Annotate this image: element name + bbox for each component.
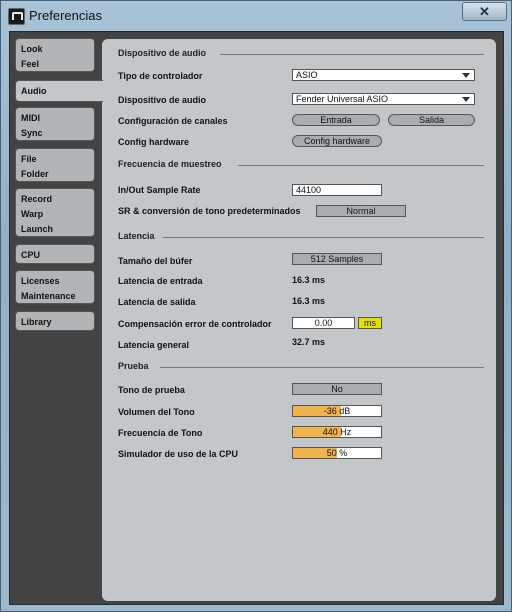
tab-licenses-maintenance[interactable]: Licenses Maintenance — [15, 270, 95, 304]
cpu-simulator-slider[interactable]: 50 % — [292, 447, 382, 459]
slider-value: 50 % — [326, 448, 348, 458]
tab-label: Maintenance — [21, 291, 76, 301]
tab-label: Warp — [21, 209, 44, 219]
tab-cpu[interactable]: CPU — [15, 244, 95, 264]
cpu-simulator-label: Simulador de uso de la CPU — [118, 449, 239, 459]
section-latency: Latencia — [118, 231, 484, 243]
output-config-button[interactable]: Salida — [388, 114, 475, 126]
audio-device-label: Dispositivo de audio — [118, 95, 207, 105]
ms-unit-badge: ms — [358, 317, 382, 329]
section-title: Latencia — [118, 231, 155, 241]
tab-label: CPU — [21, 250, 41, 260]
tab-midi-sync[interactable]: MIDI Sync — [15, 107, 95, 141]
sample-rate-label: In/Out Sample Rate — [118, 185, 201, 195]
section-title: Dispositivo de audio — [118, 48, 207, 58]
tab-look-feel[interactable]: Look Feel — [15, 38, 95, 72]
tab-label: Launch — [21, 224, 54, 234]
sample-rate-field[interactable]: 44100 — [292, 184, 382, 196]
test-tone-label: Tono de prueba — [118, 385, 185, 395]
input-latency-label: Latencia de entrada — [118, 276, 203, 286]
tab-record-warp-launch[interactable]: Record Warp Launch — [15, 188, 95, 237]
output-latency-value: 16.3 ms — [292, 296, 326, 306]
tab-label: Look — [21, 44, 43, 54]
sidebar: Look Feel Audio MIDI Sync File Folder Re… — [10, 32, 105, 604]
tone-frequency-label: Frecuencia de Tono — [118, 428, 203, 438]
close-button[interactable]: ✕ — [462, 2, 507, 21]
tab-label: MIDI — [21, 113, 40, 123]
chevron-down-icon — [462, 97, 470, 102]
window-title: Preferencias — [29, 8, 102, 23]
driver-error-comp-field[interactable]: 0.00 — [292, 317, 355, 329]
tab-library[interactable]: Library — [15, 311, 95, 331]
audio-device-value: Fender Universal ASIO — [296, 94, 389, 104]
tab-label: Audio — [21, 86, 47, 96]
section-divider — [220, 54, 484, 55]
overall-latency-label: Latencia general — [118, 340, 190, 350]
tone-volume-label: Volumen del Tono — [118, 407, 195, 417]
tab-label: Library — [21, 317, 52, 327]
overall-latency-value: 32.7 ms — [292, 337, 326, 347]
channel-config-label: Configuración de canales — [118, 116, 228, 126]
tone-volume-slider[interactable]: -36 dB — [292, 405, 382, 417]
section-divider — [238, 165, 484, 166]
tab-file-folder[interactable]: File Folder — [15, 148, 95, 182]
tab-label: Folder — [21, 169, 49, 179]
buffer-size-field[interactable]: 512 Samples — [292, 253, 382, 265]
buffer-size-label: Tamaño del búfer — [118, 256, 193, 266]
hardware-config-label: Config hardware — [118, 137, 190, 147]
tab-label: Record — [21, 194, 53, 204]
input-config-button[interactable]: Entrada — [292, 114, 380, 126]
section-title: Frecuencia de muestreo — [118, 159, 222, 169]
driver-type-label: Tipo de controlador — [118, 71, 203, 81]
driver-error-comp-label: Compensación error de controlador — [118, 319, 272, 329]
output-latency-label: Latencia de salida — [118, 297, 196, 307]
tab-audio[interactable]: Audio — [15, 80, 103, 102]
title-bar: Preferencias ✕ — [1, 1, 512, 29]
sr-conversion-label: SR & conversión de tono predeterminados — [118, 206, 301, 216]
hardware-config-button[interactable]: Config hardware — [292, 135, 382, 147]
sr-conversion-field[interactable]: Normal — [316, 205, 406, 217]
tab-label: Sync — [21, 128, 43, 138]
driver-type-value: ASIO — [296, 70, 318, 80]
section-audio-device: Dispositivo de audio — [118, 48, 484, 60]
tab-label: Feel — [21, 59, 40, 69]
section-divider — [163, 237, 484, 238]
client-area: Look Feel Audio MIDI Sync File Folder Re… — [9, 31, 504, 605]
audio-settings-panel: Dispositivo de audio Tipo de controlador… — [102, 39, 496, 601]
slider-value: 440 Hz — [322, 427, 352, 437]
tab-label: Licenses — [21, 276, 60, 286]
preferences-window: Preferencias ✕ Look Feel Audio MIDI Sync… — [0, 0, 512, 612]
tab-label: File — [21, 154, 37, 164]
input-latency-value: 16.3 ms — [292, 275, 326, 285]
section-test: Prueba — [118, 361, 484, 373]
section-sample-rate: Frecuencia de muestreo — [118, 159, 484, 171]
driver-type-dropdown[interactable]: ASIO — [292, 69, 475, 81]
section-title: Prueba — [118, 361, 149, 371]
app-icon — [8, 8, 25, 25]
audio-device-dropdown[interactable]: Fender Universal ASIO — [292, 93, 475, 105]
chevron-down-icon — [462, 73, 470, 78]
tone-frequency-slider[interactable]: 440 Hz — [292, 426, 382, 438]
test-tone-toggle[interactable]: No — [292, 383, 382, 395]
section-divider — [160, 367, 484, 368]
slider-value: -36 dB — [323, 406, 351, 416]
